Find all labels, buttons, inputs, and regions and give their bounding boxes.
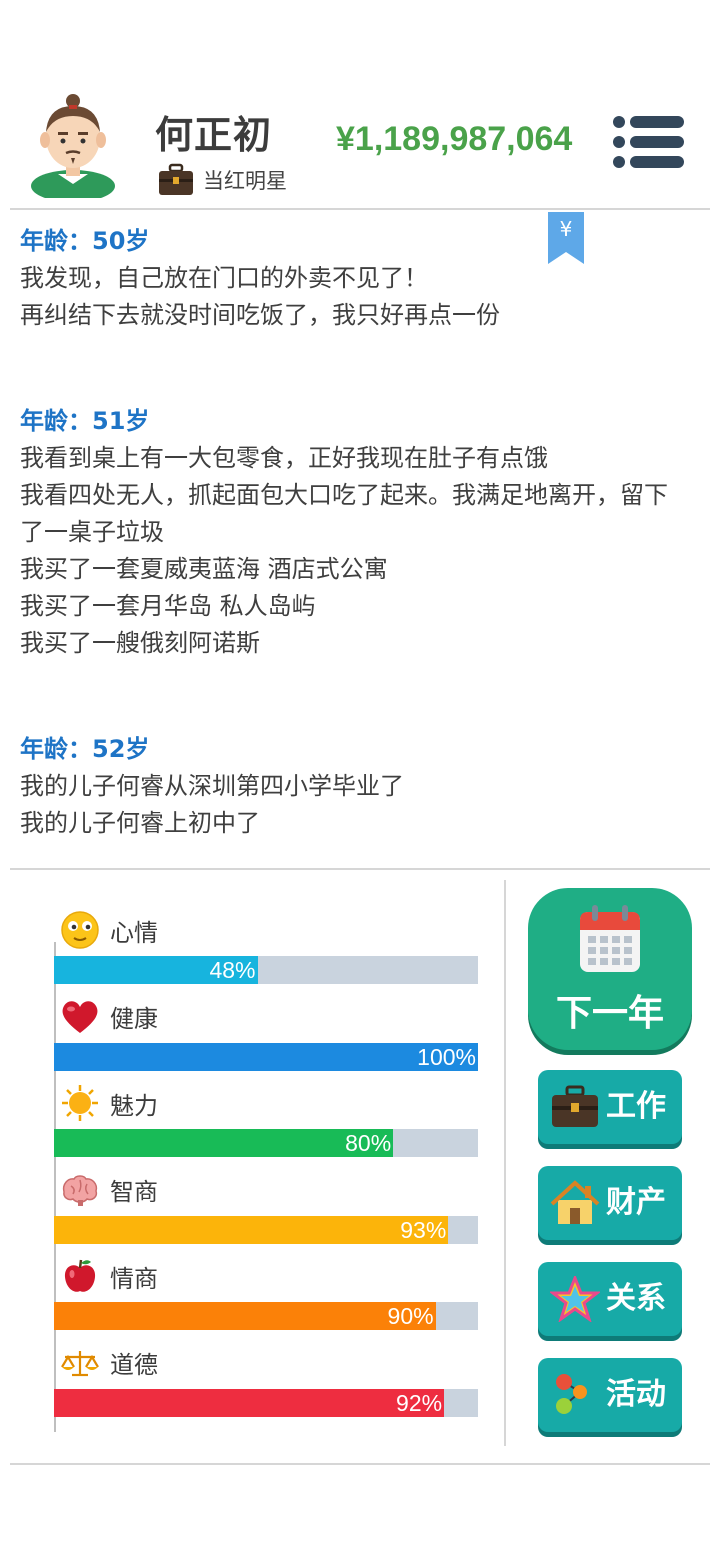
heart-icon: [62, 1000, 98, 1033]
avatar: [31, 94, 115, 198]
next-year-button[interactable]: 下一年: [528, 888, 692, 1050]
property-label: 财产: [606, 1185, 666, 1220]
briefcase-icon: [159, 163, 193, 195]
stat-charm: 魅力 80%: [54, 1083, 478, 1170]
stat-value: 92%: [396, 1389, 443, 1416]
stat-value: 100%: [417, 1043, 476, 1070]
briefcase-icon: [552, 1085, 598, 1127]
log-entry: 年龄：52岁 我的儿子何睿从深圳第四小学毕业了 我的儿子何睿上初中了: [20, 730, 690, 842]
relations-button[interactable]: 关系: [538, 1262, 682, 1336]
stat-label: 智商: [110, 1178, 158, 1206]
sun-icon: [62, 1085, 98, 1121]
log-event: 我发现，自己放在门口的外卖不见了！: [20, 264, 428, 292]
property-button[interactable]: 财产: [538, 1166, 682, 1240]
stat-eq: 情商 90%: [54, 1256, 478, 1343]
activity-icon: [556, 1374, 587, 1414]
stat-bar-track: 48%: [54, 956, 478, 984]
game-screen: 何正初 当红明星 ¥1,189,987,064 ¥ 年龄：50岁 我发现，自己放…: [0, 0, 720, 1560]
stat-label: 心情: [110, 918, 158, 947]
life-log: 年龄：50岁 我发现，自己放在门口的外卖不见了！ 再纠结下去就没时间吃饭了，我只…: [20, 222, 690, 842]
work-label: 工作: [606, 1089, 666, 1124]
job-title: 当红明星: [203, 169, 287, 193]
relations-label: 关系: [606, 1281, 666, 1316]
stat-bar-fill: 100%: [54, 1042, 478, 1071]
job-badge: 当红明星: [157, 162, 287, 198]
player-header: 何正初 当红明星 ¥1,189,987,064: [0, 80, 720, 210]
stat-bar-track: 80%: [54, 1129, 478, 1157]
stat-value: 90%: [387, 1303, 434, 1329]
scale-icon: [61, 1350, 99, 1376]
player-name: 何正初: [155, 113, 273, 157]
stat-bar-fill: 92%: [54, 1388, 445, 1417]
header-divider: [10, 208, 710, 210]
work-button[interactable]: 工作: [538, 1070, 682, 1144]
log-event: 我买了一艘俄刻阿诺斯: [20, 629, 260, 657]
log-event: 我的儿子何睿上初中了: [20, 809, 260, 837]
stat-label: 健康: [110, 1005, 158, 1033]
star-icon: [550, 1276, 600, 1322]
stat-value: 48%: [209, 957, 256, 983]
next-year-label: 下一年: [555, 993, 664, 1034]
calendar-icon: [580, 905, 640, 972]
activities-button[interactable]: 活动: [538, 1358, 682, 1432]
stat-bar-fill: 93%: [54, 1215, 449, 1244]
menu-icon[interactable]: [612, 114, 686, 170]
stat-bar-track: 93%: [54, 1215, 478, 1244]
stat-label: 情商: [110, 1264, 158, 1293]
house-icon: [550, 1180, 600, 1224]
log-event: 我看到桌上有一大包零食，正好我现在肚子有点饿: [20, 444, 548, 472]
log-event: 我买了一套月华岛 私人岛屿: [20, 592, 316, 620]
log-divider: [10, 868, 710, 870]
stat-value: 80%: [345, 1130, 392, 1156]
log-age: 年龄：52岁: [20, 735, 150, 763]
panel-separator: [504, 880, 506, 1446]
activities-label: 活动: [606, 1377, 666, 1412]
log-entry: 年龄：50岁 我发现，自己放在门口的外卖不见了！ 再纠结下去就没时间吃饭了，我只…: [20, 222, 690, 334]
stat-iq: 智商 93%: [54, 1170, 478, 1257]
stat-mood: 心情 48%: [54, 910, 478, 997]
smiley-icon: [61, 911, 99, 949]
stat-bar-track: 92%: [54, 1388, 478, 1417]
stat-bar-fill: 48%: [54, 956, 258, 984]
stat-morality: 道德 92%: [54, 1343, 478, 1430]
attribute-panel: 心情 48% 健康 100% 魅力 80% 智商 93% 情商 90% 道德 9…: [54, 910, 478, 1429]
brain-icon: [62, 1174, 98, 1206]
log-event: 再纠结下去就没时间吃饭了，我只好再点一份: [20, 301, 500, 329]
stat-label: 魅力: [110, 1091, 158, 1120]
apple-icon: [64, 1259, 96, 1292]
log-event: 我买了一套夏威夷蓝海 酒店式公寓: [20, 555, 388, 583]
log-entry: 年龄：51岁 我看到桌上有一大包零食，正好我现在肚子有点饿 我看四处无人，抓起面…: [20, 402, 690, 662]
log-event: 我的儿子何睿从深圳第四小学毕业了: [20, 772, 404, 800]
stat-bar-fill: 80%: [54, 1129, 394, 1157]
stat-health: 健康 100%: [54, 997, 478, 1084]
stat-label: 道德: [110, 1351, 158, 1379]
stat-bar-track: 90%: [54, 1302, 478, 1330]
money-balance: ¥1,189,987,064: [336, 120, 573, 158]
log-age: 年龄：51岁: [20, 407, 150, 435]
log-event: 我看四处无人，抓起面包大口吃了起来。我满足地离开，留下了一桌子垃圾: [20, 481, 668, 546]
stat-value: 93%: [400, 1216, 447, 1243]
stat-bar-fill: 90%: [54, 1302, 436, 1330]
stat-bar-track: 100%: [54, 1042, 478, 1071]
log-age: 年龄：50岁: [20, 227, 150, 255]
footer-divider: [10, 1463, 710, 1465]
